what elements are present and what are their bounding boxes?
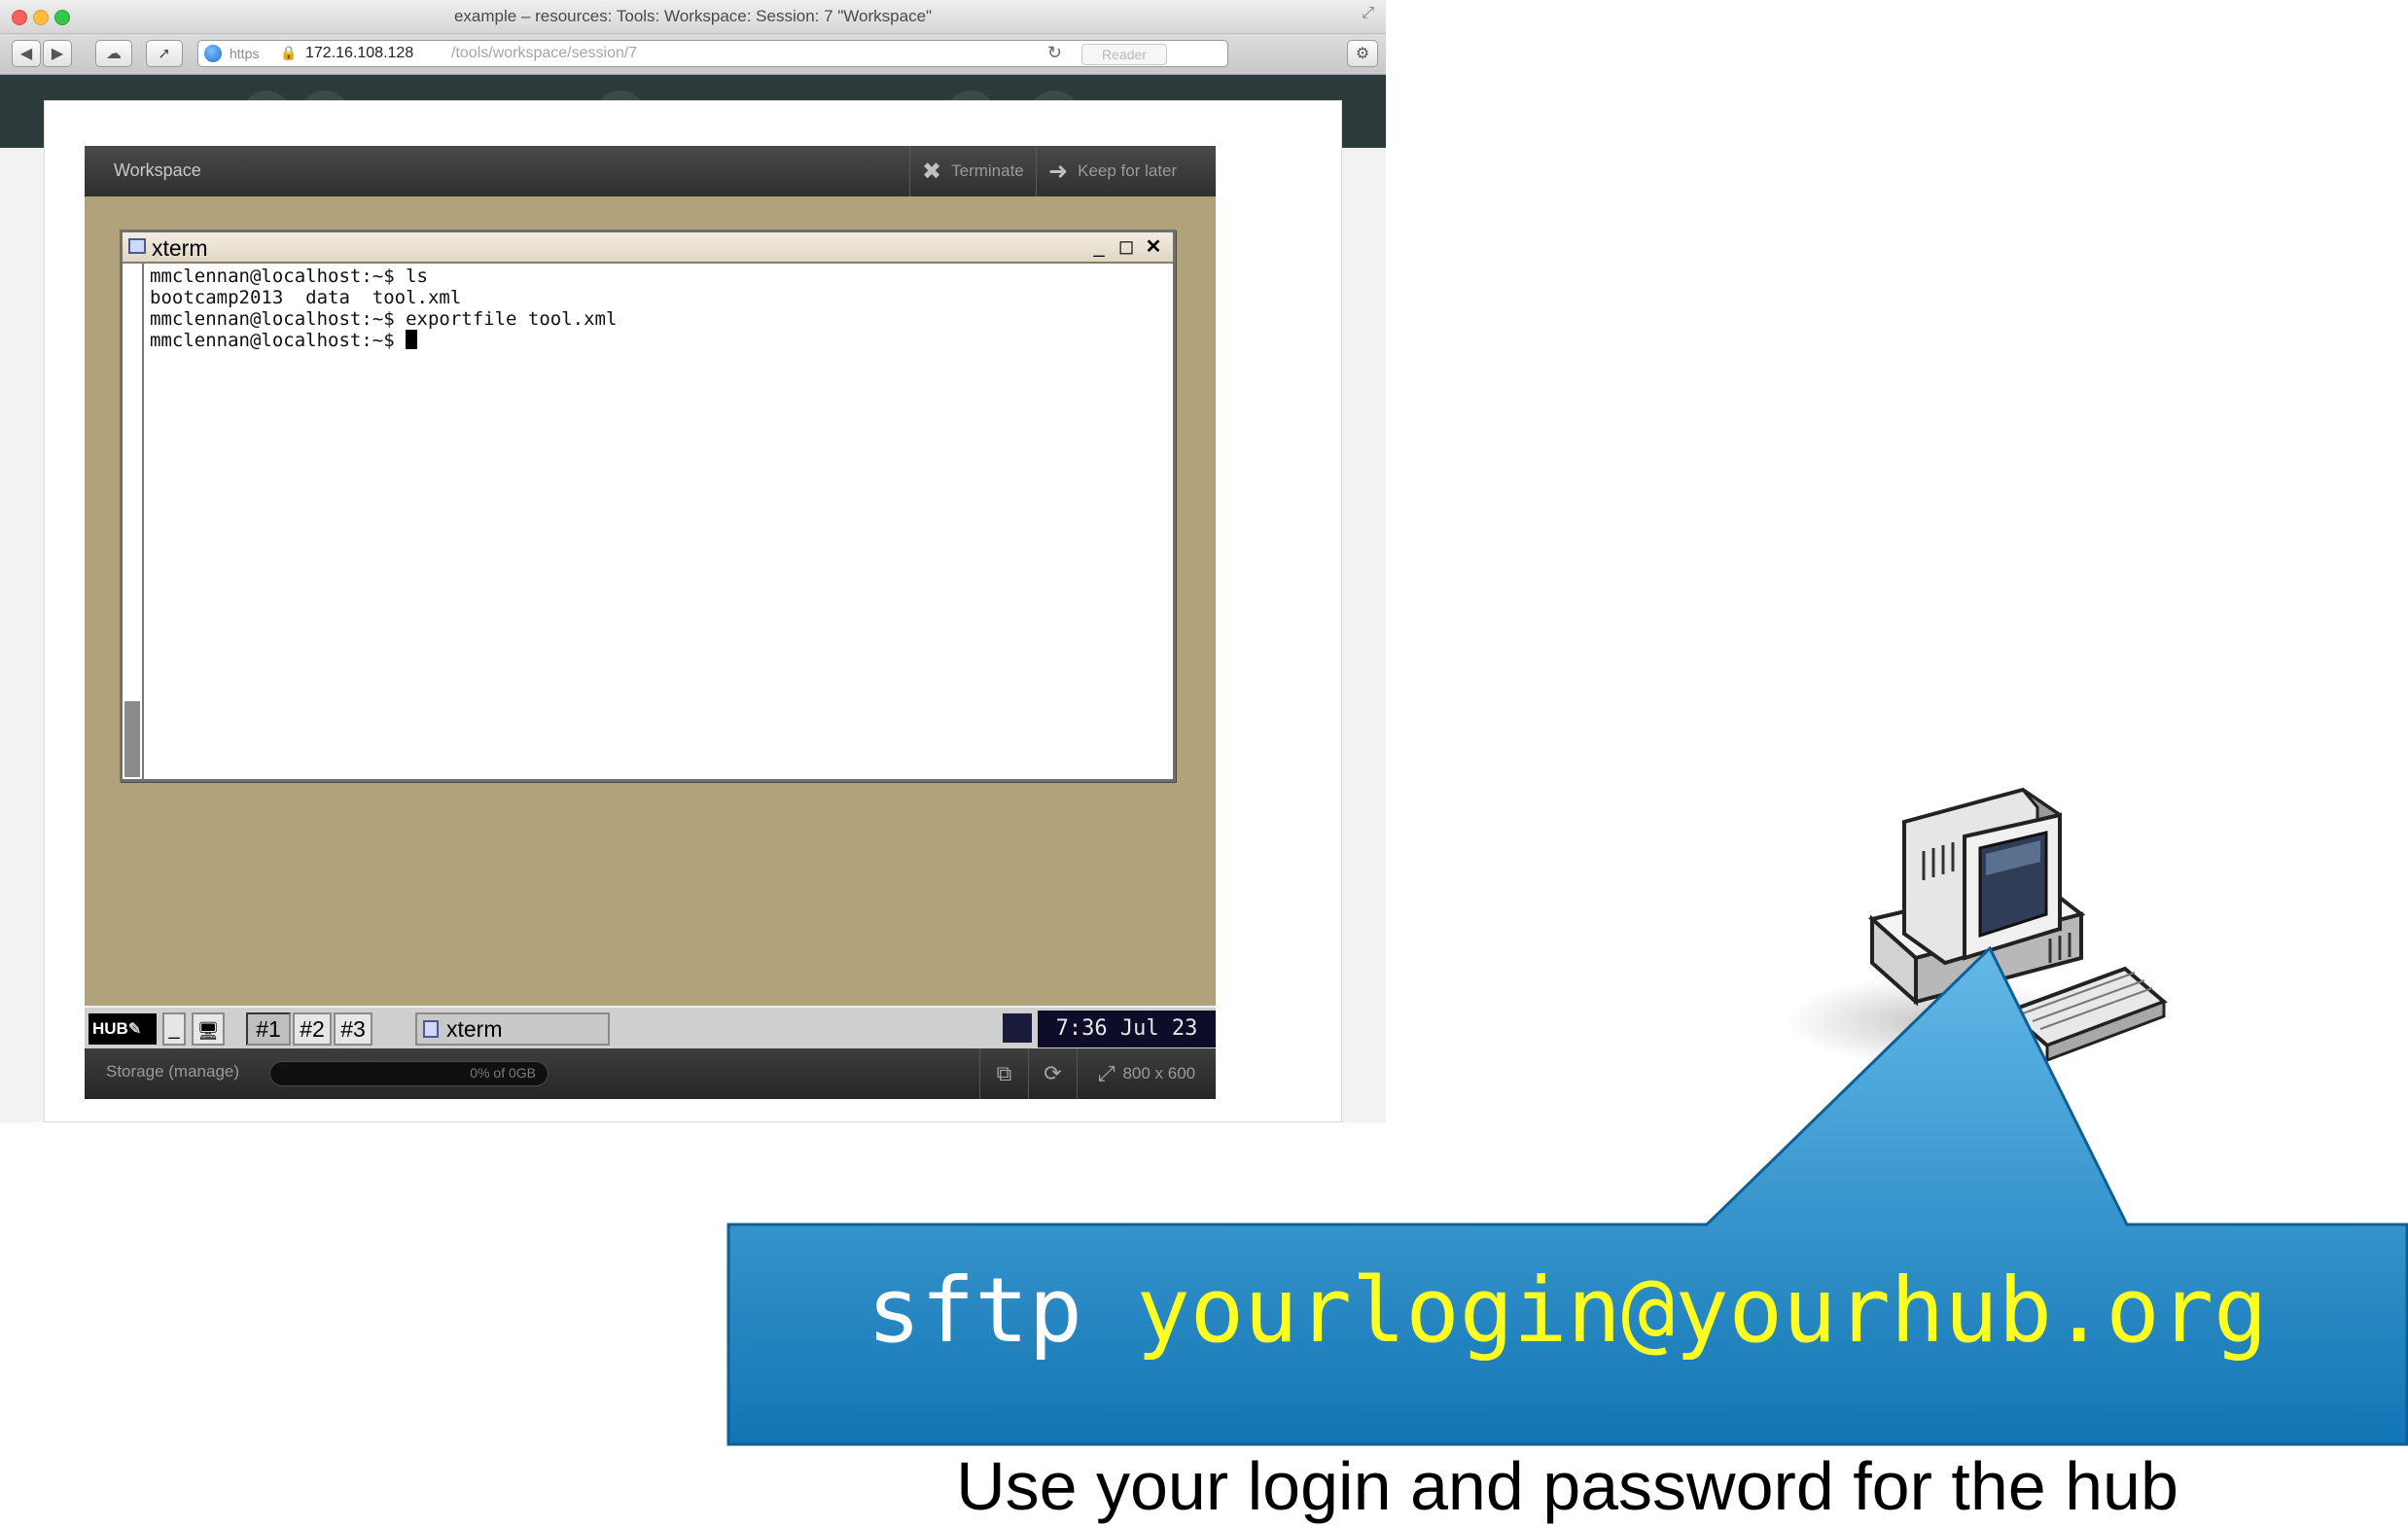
command-text: sftp xyxy=(867,1259,1082,1363)
command-target: yourlogin@yourhub.org xyxy=(1136,1259,2268,1363)
caption: Use your login and password for the hub xyxy=(956,1448,2178,1524)
callout-box xyxy=(726,945,2408,1446)
sftp-command: sftp yourlogin@yourhub.org xyxy=(727,1258,2407,1365)
